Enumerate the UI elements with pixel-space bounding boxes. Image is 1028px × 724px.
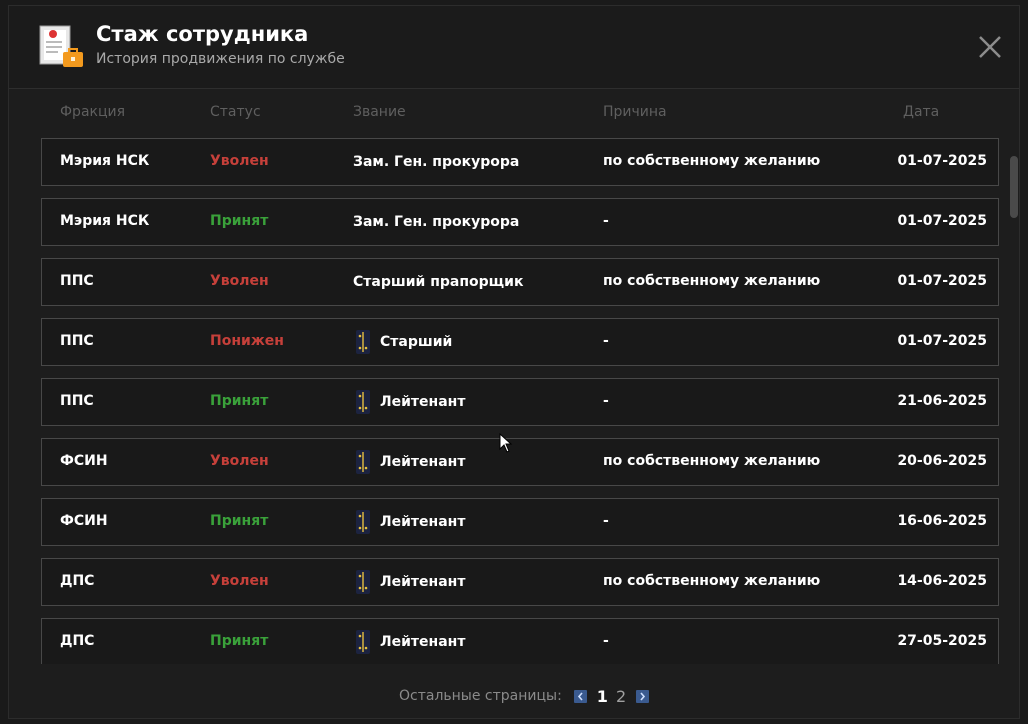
- row-rank-label: Зам. Ген. прокурора: [353, 154, 520, 170]
- page-2-link[interactable]: 2: [616, 687, 626, 706]
- column-date: Дата: [903, 104, 940, 120]
- history-table: Мэрия НСК Уволен Зам. Ген. прокурора по соб…: [41, 138, 999, 664]
- row-date: 01-07-2025: [897, 333, 987, 349]
- column-status: Статус: [210, 104, 261, 120]
- column-faction: Фракция: [60, 104, 126, 120]
- row-status: Понижен: [210, 333, 284, 349]
- shoulder-strap-icon: [356, 510, 370, 534]
- close-icon[interactable]: [975, 32, 1005, 62]
- chevron-right-icon[interactable]: [636, 689, 650, 703]
- row-reason: -: [603, 393, 609, 409]
- row-rank-label: Лейтенант: [380, 514, 466, 530]
- row-rank-label: Лейтенант: [380, 394, 466, 410]
- row-rank: Лейтенант: [353, 629, 465, 655]
- table-row[interactable]: ФСИН Уволен Лейтенант по собственному желан…: [41, 438, 999, 486]
- row-faction: ППС: [60, 333, 94, 349]
- employee-record-icon: [39, 25, 83, 67]
- row-faction: ФСИН: [60, 513, 108, 529]
- row-reason: -: [603, 213, 609, 229]
- row-reason: по собственному желанию: [603, 273, 821, 289]
- row-status: Уволен: [210, 153, 269, 169]
- row-date: 01-07-2025: [897, 153, 987, 169]
- row-reason: по собственному желанию: [603, 153, 821, 169]
- table-row[interactable]: Мэрия НСК Принят Зам. Ген. прокурора - 01-07…: [41, 198, 999, 246]
- pagination: Остальные страницы: 1 2: [399, 686, 655, 706]
- row-date: 21-06-2025: [897, 393, 987, 409]
- employee-seniority-window: Стаж сотрудника История продвижения по с…: [8, 5, 1020, 719]
- row-date: 16-06-2025: [897, 513, 987, 529]
- page-1-link[interactable]: 1: [597, 687, 608, 706]
- row-reason: -: [603, 513, 609, 529]
- row-rank: Старший: [353, 329, 452, 355]
- table-row[interactable]: ДПС Принят Лейтенант - 27-05-2025: [41, 618, 999, 664]
- row-date: 14-06-2025: [897, 573, 987, 589]
- row-rank-label: Зам. Ген. прокурора: [353, 214, 520, 230]
- row-rank: Лейтенант: [353, 569, 465, 595]
- pagination-label: Остальные страницы:: [399, 688, 562, 704]
- row-date: 01-07-2025: [897, 213, 987, 229]
- row-date: 01-07-2025: [897, 273, 987, 289]
- row-rank-label: Лейтенант: [380, 634, 466, 650]
- row-reason: по собственному желанию: [603, 453, 821, 469]
- row-reason: по собственному желанию: [603, 573, 821, 589]
- table-row[interactable]: ППС Понижен Старший - 01-07-2025: [41, 318, 999, 366]
- row-date: 27-05-2025: [897, 633, 987, 649]
- row-rank-label: Старший прапорщик: [353, 274, 524, 290]
- row-faction: ДПС: [60, 633, 95, 649]
- row-faction: ФСИН: [60, 453, 108, 469]
- shoulder-strap-icon: [356, 450, 370, 474]
- row-rank: Старший прапорщик: [353, 269, 523, 295]
- row-faction: Мэрия НСК: [60, 213, 150, 229]
- table-row[interactable]: Мэрия НСК Уволен Зам. Ген. прокурора по соб…: [41, 138, 999, 186]
- shoulder-strap-icon: [356, 570, 370, 594]
- row-reason: -: [603, 633, 609, 649]
- row-status: Уволен: [210, 453, 269, 469]
- column-reason: Причина: [603, 104, 667, 120]
- table-row[interactable]: ППС Принят Лейтенант - 21-06-2025: [41, 378, 999, 426]
- row-status: Принят: [210, 513, 269, 529]
- row-faction: Мэрия НСК: [60, 153, 150, 169]
- table-row[interactable]: ДПС Уволен Лейтенант по собственному желани…: [41, 558, 999, 606]
- row-faction: ППС: [60, 393, 94, 409]
- scrollbar-thumb[interactable]: [1010, 156, 1018, 218]
- row-reason: -: [603, 333, 609, 349]
- row-status: Принят: [210, 393, 269, 409]
- row-rank: Зам. Ген. прокурора: [353, 149, 519, 175]
- row-rank-label: Старший: [380, 334, 453, 350]
- row-rank: Лейтенант: [353, 389, 465, 415]
- window-header: Стаж сотрудника История продвижения по с…: [9, 6, 1019, 89]
- window-subtitle: История продвижения по службе: [96, 51, 345, 67]
- window-title: Стаж сотрудника: [96, 22, 309, 46]
- table-header: Фракция Статус Звание Причина Дата: [41, 104, 999, 124]
- row-status: Уволен: [210, 573, 269, 589]
- row-rank-label: Лейтенант: [380, 454, 466, 470]
- shoulder-strap-icon: [356, 330, 370, 354]
- row-faction: ППС: [60, 273, 94, 289]
- row-rank: Лейтенант: [353, 509, 465, 535]
- column-rank: Звание: [353, 104, 406, 120]
- row-date: 20-06-2025: [897, 453, 987, 469]
- row-faction: ДПС: [60, 573, 95, 589]
- row-rank: Зам. Ген. прокурора: [353, 209, 519, 235]
- chevron-left-icon[interactable]: [573, 689, 587, 703]
- shoulder-strap-icon: [356, 390, 370, 414]
- row-status: Принят: [210, 633, 269, 649]
- table-row[interactable]: ППС Уволен Старший прапорщик по собственном…: [41, 258, 999, 306]
- row-status: Принят: [210, 213, 269, 229]
- row-status: Уволен: [210, 273, 269, 289]
- table-row[interactable]: ФСИН Принят Лейтенант - 16-06-2025: [41, 498, 999, 546]
- row-rank: Лейтенант: [353, 449, 465, 475]
- row-rank-label: Лейтенант: [380, 574, 466, 590]
- shoulder-strap-icon: [356, 630, 370, 654]
- mouse-cursor-icon: [499, 433, 513, 453]
